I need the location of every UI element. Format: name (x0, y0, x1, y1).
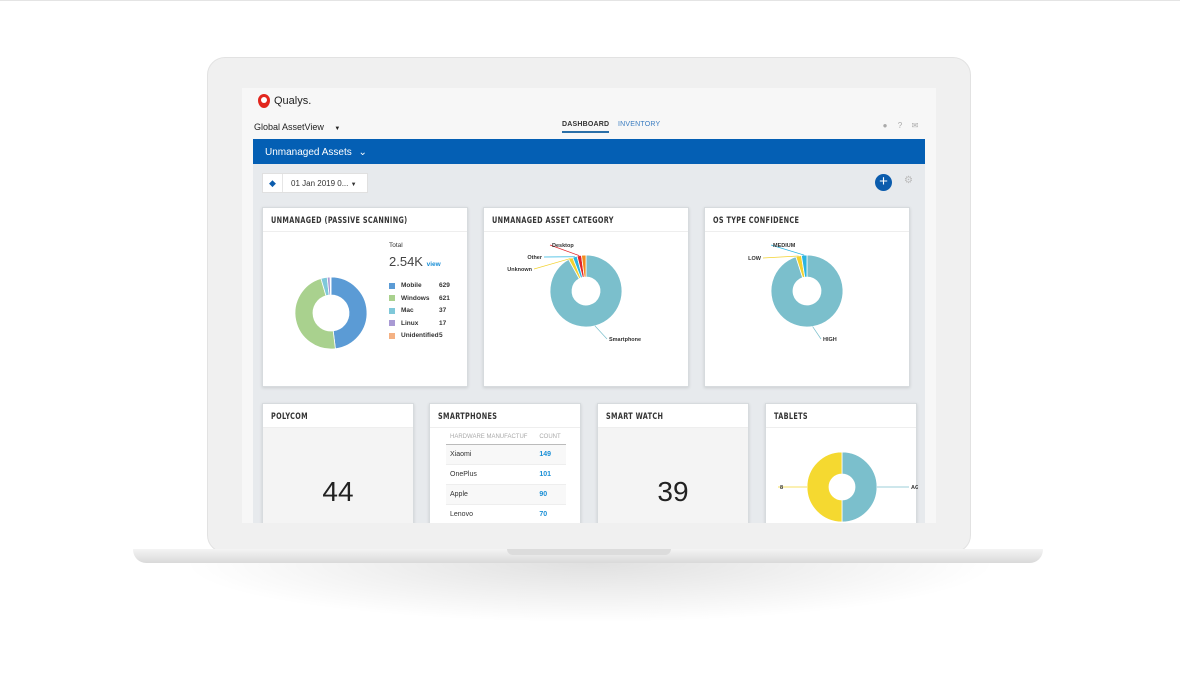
legend-item[interactable]: Mobile 629 (389, 282, 450, 289)
card-tablets: TABLETS AGS 8 (765, 403, 918, 523)
smartphones-table: HARDWARE MANUFACTUF COUNT Xiaomi 149 OnePl… (446, 430, 566, 523)
legend-swatch (389, 295, 395, 301)
leader-line (812, 326, 822, 340)
slice-mobile[interactable] (330, 276, 368, 350)
category-donut: Smartphone Unknown Other Desktop (507, 243, 641, 343)
top-divider (0, 0, 1180, 1)
slice-label: HIGH (823, 337, 837, 343)
table-row[interactable]: OnePlus 101 (446, 464, 566, 485)
slice-label: LOW (748, 256, 762, 262)
card-os-confidence: OS TYPE CONFIDENCE HIGH LOW MEDIUM (704, 207, 910, 387)
card-title: SMARTPHONES (438, 412, 498, 422)
count-link[interactable]: 101 (535, 464, 566, 485)
legend-value: 5 (439, 332, 443, 339)
legend-item[interactable]: Unidentified 5 (389, 332, 443, 339)
tab-dashboard[interactable]: DASHBOARD (562, 121, 610, 133)
legend-swatch (389, 332, 395, 339)
qualys-shield-icon (258, 94, 270, 108)
total-value: 2.54K (389, 254, 423, 269)
card-passive-scanning: UNMANAGED (PASSIVE SCANNING) Total 2.54K… (262, 207, 468, 387)
tablets-donut: AGS 8 (778, 451, 918, 523)
column-header[interactable]: HARDWARE MANUFACTUF (446, 430, 536, 445)
qualys-logo[interactable]: Qualys. (258, 94, 311, 108)
legend-value: 37 (439, 307, 447, 314)
laptop-notch (507, 549, 671, 555)
legend-label: Linux (401, 319, 419, 327)
chevron-down-icon: ⌄ (358, 147, 367, 158)
slice-label: AGS (911, 485, 918, 491)
slice-label: Smartphone (609, 337, 641, 343)
gear-icon[interactable]: ⚙ (904, 175, 913, 186)
view-link[interactable]: view (427, 261, 441, 268)
dashboard-content: ◆ 01 Jan 2019 0... ▼ + ⚙ UNMANAGED (PASS… (253, 164, 925, 523)
table-row[interactable]: Lenovo 70 (446, 504, 566, 523)
total-label: Total (389, 242, 403, 249)
user-icon[interactable]: ● (881, 122, 889, 130)
help-icon[interactable]: ? (896, 122, 904, 130)
mail-icon[interactable]: ✉ (911, 122, 919, 130)
legend-value: 629 (439, 282, 450, 289)
card-title: OS TYPE CONFIDENCE (713, 216, 800, 226)
slice-8[interactable] (806, 451, 843, 523)
os-donut: HIGH LOW MEDIUM (748, 243, 844, 343)
card-smartphones: SMARTPHONES HARDWARE MANUFACTUF COUNT Xia… (429, 403, 581, 523)
count-link[interactable]: 90 (535, 484, 566, 505)
slice-label: 8 (780, 485, 783, 491)
count-link[interactable]: 70 (535, 504, 566, 523)
column-header[interactable]: COUNT (535, 430, 566, 445)
caret-down-icon: ▼ (350, 182, 357, 188)
dashboard-selector[interactable]: Unmanaged Assets ⌄ (253, 139, 925, 164)
legend-item[interactable]: Linux 17 (389, 319, 446, 327)
slice-unidentified[interactable] (329, 276, 332, 296)
card-smart-watch: SMART WATCH 39 (597, 403, 749, 523)
date-filter[interactable]: ◆ 01 Jan 2019 0... ▼ (262, 173, 368, 193)
date-filter-value: 01 Jan 2019 0... (291, 179, 349, 188)
slice-label: MEDIUM (773, 243, 796, 249)
tab-inventory[interactable]: INVENTORY (618, 121, 660, 128)
table-row[interactable]: Apple 90 (446, 484, 566, 505)
count-link[interactable]: 149 (535, 444, 566, 465)
legend-label: Unidentified (401, 332, 439, 339)
workspace-label: Global AssetView (254, 122, 324, 132)
slice-label: Unknown (507, 267, 532, 273)
legend-swatch (389, 307, 395, 314)
legend-item[interactable]: Windows 621 (389, 294, 450, 302)
manufacturer: Xiaomi (446, 444, 536, 465)
leader-line (594, 325, 608, 340)
dashboard-title: Unmanaged Assets (265, 147, 352, 158)
legend-value: 17 (439, 319, 447, 327)
laptop-shadow (180, 563, 1000, 623)
smartwatch-count[interactable]: 39 (598, 476, 748, 508)
polycom-count[interactable]: 44 (263, 476, 413, 508)
legend-label: Mobile (401, 282, 422, 289)
card-title: UNMANAGED (PASSIVE SCANNING) (271, 216, 408, 226)
tag-icon[interactable]: ◆ (263, 174, 283, 192)
card-title: POLYCOM (271, 412, 308, 422)
app-screen: Qualys. Global AssetView ▼ DASHBOARD INV… (242, 88, 936, 523)
logo-text: Qualys. (274, 95, 312, 107)
table-row[interactable]: Xiaomi 149 (446, 444, 566, 465)
workspace-selector[interactable]: Global AssetView ▼ (254, 122, 340, 132)
card-asset-category: UNMANAGED ASSET CATEGORY Smartphone Unkno… (483, 207, 689, 387)
card-polycom: POLYCOM 44 (262, 403, 414, 523)
card-title: SMART WATCH (606, 412, 664, 422)
legend-label: Windows (401, 294, 430, 302)
manufacturer: Lenovo (446, 504, 536, 523)
legend-item[interactable]: Mac 37 (389, 307, 446, 314)
slice-label: Desktop (552, 243, 574, 249)
add-widget-button[interactable]: + (875, 174, 892, 191)
legend-label: Mac (401, 307, 414, 314)
legend-swatch (389, 320, 395, 326)
slice-ags[interactable] (841, 451, 878, 523)
caret-down-icon: ▼ (334, 126, 341, 132)
legend-value: 621 (439, 294, 450, 302)
legend-swatch (389, 282, 395, 289)
manufacturer: OnePlus (446, 464, 536, 485)
card-title: UNMANAGED ASSET CATEGORY (492, 216, 614, 226)
manufacturer: Apple (446, 484, 536, 505)
slice-label: Other (527, 255, 543, 261)
card-title: TABLETS (774, 412, 808, 422)
